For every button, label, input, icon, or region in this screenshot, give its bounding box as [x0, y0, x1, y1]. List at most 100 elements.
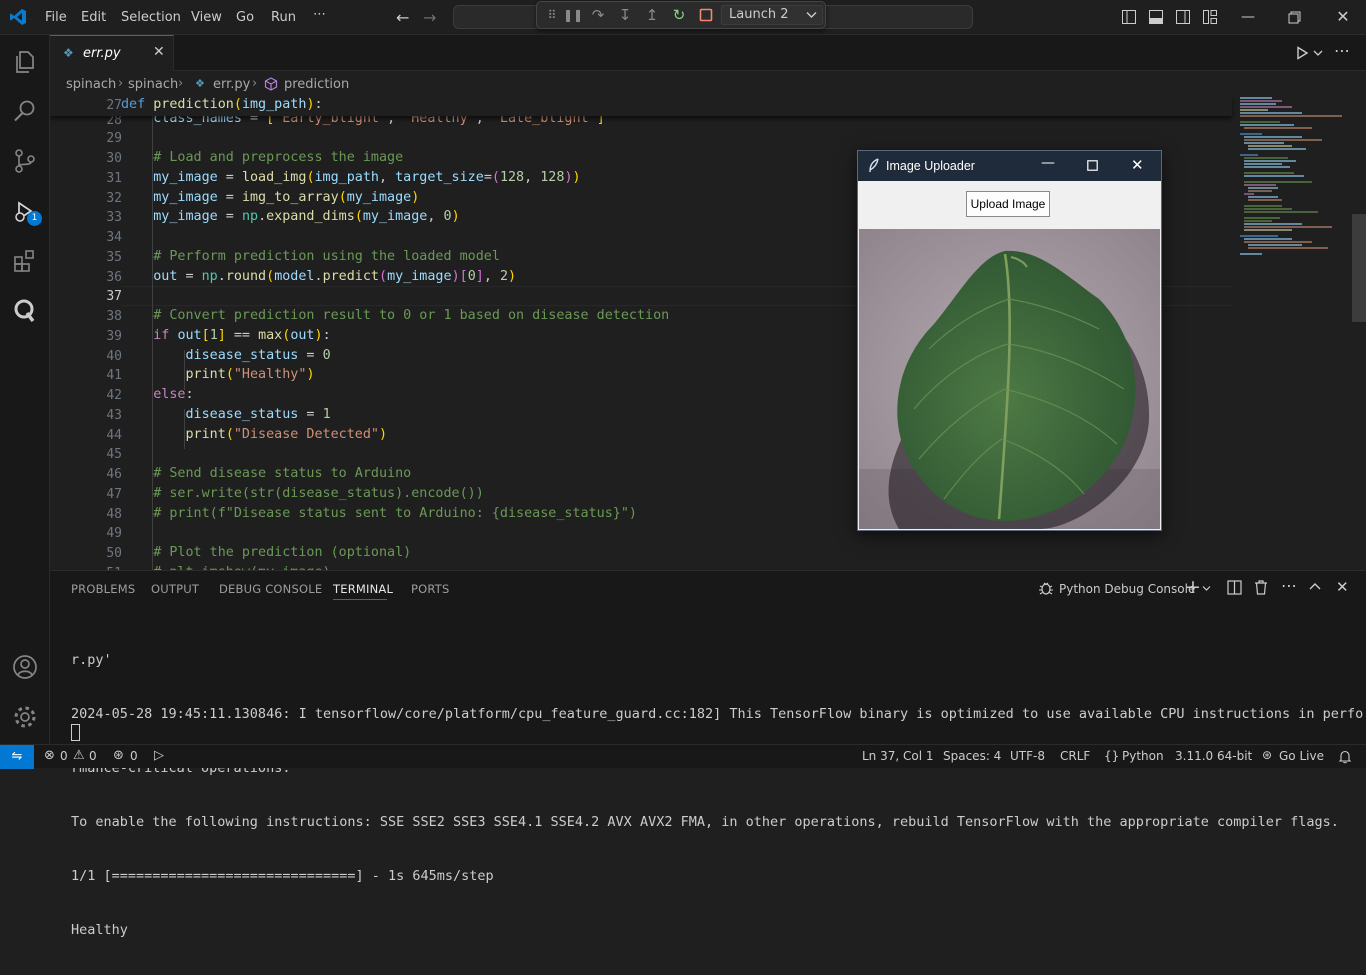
code-editor[interactable]: 27 def prediction(img_path): 28 29 30 31… [50, 96, 1366, 570]
stop-icon[interactable] [697, 6, 715, 24]
editor-more-actions-icon[interactable]: ⋯ [1334, 41, 1350, 60]
status-bar: ⇋ ⊗ 0 ⚠ 0 ⊛ 0 ▷ Ln 37, Col 1 Spaces: 4 U… [0, 744, 1366, 769]
panel-more-actions-icon[interactable]: ⋯ [1281, 576, 1297, 595]
source-control-icon[interactable] [11, 147, 39, 175]
language-mode[interactable]: Python [1122, 749, 1164, 763]
python-interpreter[interactable]: 3.11.0 64-bit [1175, 749, 1252, 763]
pause-icon[interactable]: ❚❚ [563, 6, 583, 24]
remote-indicator-icon[interactable]: ⇋ [0, 745, 34, 769]
line-number: 46 [106, 467, 122, 482]
code-line-48: # print(f"Disease status sent to Arduino… [153, 506, 637, 521]
line-number: 48 [106, 507, 122, 522]
ports-antenna-icon[interactable]: ⊛ [113, 748, 124, 763]
menu-selection[interactable]: Selection [121, 10, 181, 25]
breadcrumb-symbol[interactable]: prediction [284, 77, 349, 92]
image-uploader-titlebar[interactable]: Image Uploader — ✕ [858, 151, 1161, 181]
tab-problems[interactable]: PROBLEMS [71, 582, 135, 596]
go-live-button[interactable]: Go Live [1279, 749, 1324, 763]
tab-close-icon[interactable]: ✕ [153, 44, 165, 60]
encoding[interactable]: UTF-8 [1010, 749, 1045, 763]
golive-signal-icon: ⊛ [1262, 748, 1273, 762]
bottom-panel: PROBLEMS OUTPUT DEBUG CONSOLE TERMINAL P… [50, 570, 1366, 938]
terminal-output[interactable]: r.py' 2024-05-28 19:45:11.130846: I tens… [71, 615, 1363, 975]
line-number: 29 [106, 131, 122, 146]
function-symbol-icon [264, 77, 278, 91]
toggle-panel-icon[interactable] [1148, 9, 1164, 25]
line-number: 31 [106, 171, 122, 186]
breadcrumb-separator-icon: › [252, 76, 258, 91]
launch-config-select[interactable]: Launch 2 [721, 5, 823, 25]
menu-view[interactable]: View [191, 10, 222, 25]
debug-bug-icon [1039, 582, 1053, 595]
notifications-bell-icon[interactable] [1338, 750, 1352, 764]
nav-back-icon[interactable]: ← [396, 8, 409, 27]
minimize-icon[interactable]: — [1239, 8, 1257, 26]
terminal-options-chevron-icon[interactable] [1202, 585, 1211, 592]
tab-ports[interactable]: PORTS [411, 582, 449, 596]
step-into-icon[interactable]: ↧ [616, 6, 634, 24]
minimize-icon[interactable]: — [1041, 155, 1055, 171]
line-number: 44 [106, 428, 122, 443]
nav-forward-icon[interactable]: → [423, 8, 436, 27]
debug-launch-icon[interactable]: ▷ [154, 748, 164, 763]
restore-icon[interactable] [1288, 11, 1301, 24]
account-icon[interactable] [11, 653, 39, 681]
split-terminal-icon[interactable] [1227, 580, 1242, 595]
upload-image-button[interactable]: Upload Image [966, 191, 1050, 217]
error-count[interactable]: 0 [60, 749, 68, 763]
close-icon[interactable]: ✕ [1131, 156, 1144, 174]
terminal-name[interactable]: Python Debug Console [1059, 582, 1195, 596]
close-window-icon[interactable]: ✕ [1334, 8, 1352, 26]
tab-err-py[interactable]: ❖ err.py ✕ [50, 35, 174, 71]
minimap[interactable] [1232, 96, 1352, 570]
sticky-scroll-header[interactable]: 27 def prediction(img_path): [50, 96, 1232, 116]
menu-go[interactable]: Go [236, 10, 254, 25]
code-line-35: # Perform prediction using the loaded mo… [153, 249, 500, 264]
kill-terminal-trash-icon[interactable] [1254, 580, 1268, 595]
error-icon[interactable]: ⊗ [44, 748, 55, 763]
run-options-chevron-icon[interactable] [1313, 49, 1323, 57]
remote-explorer-icon[interactable] [11, 297, 39, 325]
line-endings[interactable]: CRLF [1060, 749, 1090, 763]
menu-more[interactable]: ⋯ [313, 7, 326, 22]
maximize-panel-icon[interactable] [1309, 582, 1321, 590]
code-line-40: disease_status = 0 [185, 348, 331, 363]
menu-file[interactable]: File [45, 10, 67, 25]
code-line-41: print("Healthy") [185, 367, 315, 382]
line-number: 40 [106, 349, 122, 364]
toggle-primary-sidebar-icon[interactable] [1121, 9, 1137, 25]
run-python-file-icon[interactable] [1295, 46, 1309, 60]
settings-gear-icon[interactable] [11, 703, 39, 731]
new-terminal-plus-icon[interactable]: + [1185, 576, 1201, 598]
drag-handle-icon[interactable]: ⠿ [543, 6, 561, 24]
toggle-secondary-sidebar-icon[interactable] [1175, 9, 1191, 25]
line-number: 50 [106, 546, 122, 561]
code-line-44: print("Disease Detected") [185, 427, 388, 442]
customize-layout-icon[interactable] [1202, 9, 1218, 25]
extensions-icon[interactable] [11, 247, 39, 275]
indentation[interactable]: Spaces: 4 [943, 749, 1001, 763]
image-uploader-window: Image Uploader — ✕ Upload Image [857, 150, 1162, 531]
breadcrumb-folder-1[interactable]: spinach [66, 77, 116, 92]
breadcrumb-folder-2[interactable]: spinach [128, 77, 178, 92]
step-out-icon[interactable]: ↥ [643, 6, 661, 24]
editor-scrollbar[interactable] [1352, 214, 1366, 322]
maximize-icon[interactable] [1087, 160, 1098, 171]
close-panel-icon[interactable]: ✕ [1336, 578, 1349, 596]
warning-icon[interactable]: ⚠ [73, 748, 85, 763]
ports-count[interactable]: 0 [130, 749, 138, 763]
explorer-icon[interactable] [11, 47, 39, 75]
menu-run[interactable]: Run [271, 10, 296, 25]
breadcrumb-file[interactable]: err.py [213, 77, 250, 92]
search-icon[interactable] [11, 97, 39, 125]
tab-output[interactable]: OUTPUT [151, 582, 199, 596]
step-over-icon[interactable]: ↷ [589, 6, 607, 24]
restart-icon[interactable]: ↻ [670, 6, 688, 24]
cursor-position[interactable]: Ln 37, Col 1 [862, 749, 934, 763]
warning-count[interactable]: 0 [89, 749, 97, 763]
tab-terminal[interactable]: TERMINAL [333, 582, 393, 596]
menu-edit[interactable]: Edit [81, 10, 106, 25]
line-number: 43 [106, 408, 122, 423]
tab-debug-console[interactable]: DEBUG CONSOLE [219, 582, 322, 596]
code-line-30: # Load and preprocess the image [153, 150, 404, 165]
